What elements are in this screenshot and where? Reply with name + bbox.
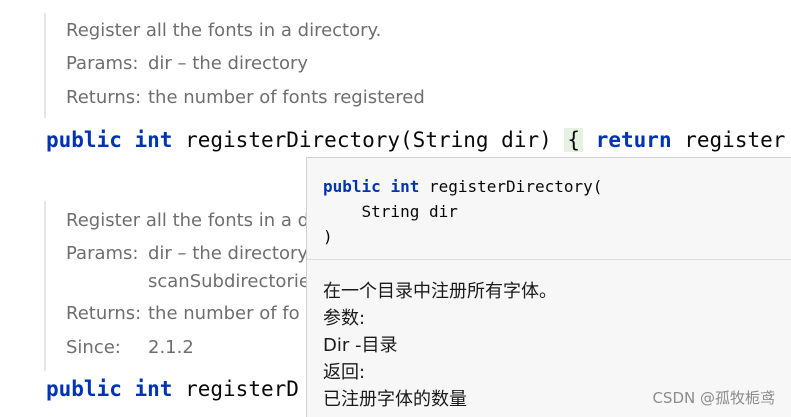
desc-returns-value: 已注册字体的数量 [323, 389, 467, 410]
returns-value: the number of fo [148, 303, 300, 324]
params-label: Params: [66, 243, 139, 264]
signature-line-2: String dir [323, 202, 458, 221]
params-value: dir – the directory [148, 53, 309, 74]
watermark: CSDN @孤牧栀鸢 [652, 389, 775, 407]
brace-highlight: { [564, 128, 584, 152]
method-signature: registerD [185, 377, 299, 401]
doc-returns: Returns: the number of fo [66, 303, 300, 324]
doc-summary: Register all the fonts in a directory. [66, 20, 382, 41]
desc-params-value: Dir -目录 [323, 335, 398, 356]
doc-comment-2: Register all the fonts in a d Params: dir… [44, 201, 310, 371]
doc-returns: Returns: the number of fonts registered [66, 87, 425, 108]
doc-params: Params: dir – the directory [66, 243, 308, 264]
doc-comment-1: Register all the fonts in a directory. P… [44, 13, 425, 118]
popup-description: 在一个目录中注册所有字体。 参数: Dir -目录 返回: 已注册字体的数量 [323, 278, 557, 413]
since-label: Since: [66, 337, 121, 358]
keyword-int: int [134, 128, 173, 152]
signature-line-3: ) [323, 227, 333, 246]
params-label: Params: [66, 53, 139, 74]
quick-doc-popup[interactable]: public int registerDirectory( String dir… [306, 157, 791, 417]
code-line-1[interactable]: public int registerDirectory(String dir)… [46, 128, 785, 152]
returns-label: Returns: [66, 303, 142, 324]
params-value: dir – the directory [148, 243, 309, 264]
popup-signature: public int registerDirectory( String dir… [323, 174, 602, 249]
doc-since: Since: 2.1.2 [66, 337, 194, 358]
since-value: 2.1.2 [148, 337, 194, 358]
keyword-int: int [390, 177, 420, 196]
doc-summary: Register all the fonts in a d [66, 210, 310, 231]
desc-params-label: 参数: [323, 308, 366, 329]
desc-returns-label: 返回: [323, 362, 366, 383]
returns-label: Returns: [66, 87, 142, 108]
method-signature: registerDirectory(String dir) [185, 128, 552, 152]
doc-params-2: scanSubdirectorie [148, 271, 310, 292]
keyword-public: public [323, 177, 381, 196]
returns-value: the number of fonts registered [148, 87, 425, 108]
signature-line-1: registerDirectory( [428, 177, 603, 196]
keyword-public: public [46, 128, 122, 152]
doc-params: Params: dir – the directory [66, 53, 308, 74]
popup-divider [307, 259, 791, 260]
keyword-public: public [46, 377, 122, 401]
keyword-return: return [595, 128, 672, 152]
keyword-int: int [134, 377, 173, 401]
code-line-2[interactable]: public int registerD [46, 377, 299, 401]
desc-summary: 在一个目录中注册所有字体。 [323, 281, 557, 302]
code-rest: register [684, 128, 786, 152]
